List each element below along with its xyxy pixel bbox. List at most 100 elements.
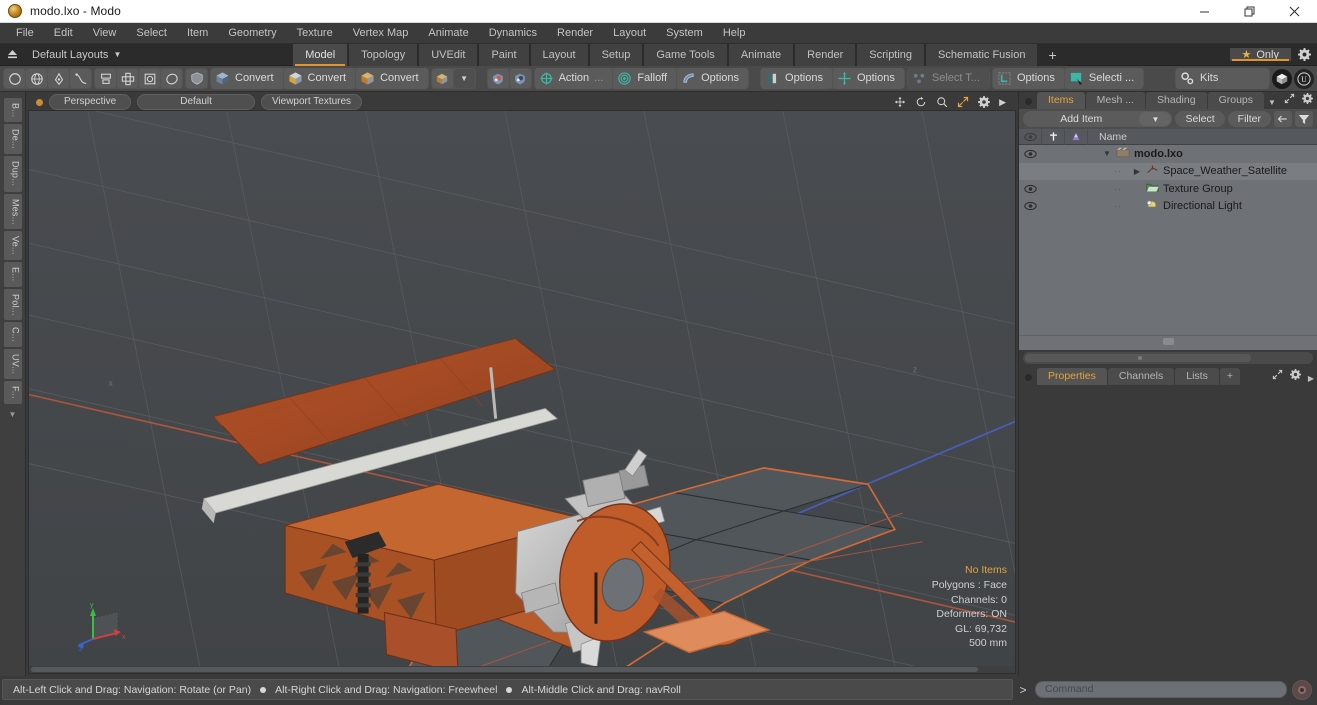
collapse-icon[interactable] — [1274, 111, 1292, 127]
tree-item-satellite[interactable]: ·· ▶ Space_Weather_Satellite — [1088, 164, 1287, 178]
tab-properties[interactable]: Properties — [1037, 368, 1107, 385]
chevron-right-icon[interactable]: ▶ — [1308, 374, 1314, 383]
viewport-hscrollbar[interactable] — [29, 666, 1015, 673]
tab-layout[interactable]: Layout — [529, 43, 589, 66]
bevel-icon[interactable] — [139, 69, 160, 88]
tab-topology[interactable]: Topology — [348, 43, 419, 66]
menu-render[interactable]: Render — [547, 23, 603, 44]
pen-icon[interactable] — [48, 69, 69, 88]
close-icon[interactable] — [1272, 0, 1317, 23]
gear-icon[interactable] — [978, 96, 991, 108]
item-tree[interactable]: ▼ modo.lxo ·· ▶ Space_Weather_Satellite — [1019, 145, 1317, 350]
axis-icon[interactable] — [117, 69, 138, 88]
tab-items[interactable]: Items — [1037, 92, 1085, 109]
vtab-mesh-edit[interactable]: Mes... — [3, 193, 22, 230]
chevron-right-icon[interactable]: ▶ — [1132, 167, 1142, 176]
default-layouts-dropdown[interactable]: Default Layouts ▼ — [24, 49, 129, 61]
shield-icon[interactable] — [186, 69, 207, 88]
globe-icon[interactable] — [26, 69, 47, 88]
smooth-icon[interactable] — [161, 69, 182, 88]
convert-button-1[interactable]: Convert — [211, 68, 283, 89]
tab-render[interactable]: Render — [794, 43, 857, 66]
tree-item-texture-group[interactable]: ·· Texture Group — [1088, 182, 1233, 196]
fit-icon[interactable] — [957, 96, 969, 108]
table-row[interactable]: ·· ▶ Space_Weather_Satellite — [1019, 162, 1317, 180]
tab-scripting[interactable]: Scripting — [856, 43, 926, 66]
action-center-button[interactable]: Action ... — [534, 68, 613, 89]
select-button[interactable]: Select — [1175, 111, 1225, 127]
row-eye-icon[interactable] — [1019, 149, 1042, 159]
kits-button[interactable]: Kits — [1176, 68, 1269, 89]
expand-icon[interactable] — [1284, 93, 1295, 107]
tree-item-scene[interactable]: ▼ modo.lxo — [1088, 147, 1183, 161]
workplane-options-button[interactable]: Options — [761, 68, 832, 89]
viewport-perspective-dropdown[interactable]: Perspective — [49, 94, 132, 110]
snapping-options-button[interactable]: Options — [677, 68, 749, 89]
funnel-icon[interactable] — [1295, 111, 1313, 127]
item-tree-resize-handle[interactable] — [1019, 335, 1317, 347]
selection-set-options-button[interactable]: Options — [992, 68, 1064, 89]
vtab-vertex[interactable]: Ve... — [3, 231, 22, 261]
symmetry-options-button[interactable]: Options — [832, 68, 904, 89]
menu-animate[interactable]: Animate — [418, 23, 478, 44]
record-icon[interactable] — [1292, 679, 1312, 700]
menu-help[interactable]: Help — [713, 23, 756, 44]
minimize-icon[interactable] — [1182, 0, 1227, 23]
chevron-down-icon[interactable]: ▼ — [1102, 149, 1112, 158]
add-item-dropdown-icon[interactable]: ▼ — [1139, 112, 1172, 126]
table-row[interactable]: ▼ modo.lxo — [1019, 145, 1317, 163]
tree-item-directional-light[interactable]: ·· Directional Light — [1088, 199, 1242, 213]
table-row[interactable]: ·· Directional Light — [1019, 198, 1317, 216]
layout-home-icon[interactable] — [0, 49, 24, 60]
command-input[interactable]: Command — [1035, 681, 1287, 698]
chevron-right-icon[interactable]: ▶ — [999, 97, 1006, 108]
restore-icon[interactable] — [1227, 0, 1272, 23]
vtab-basic[interactable]: B... — [3, 98, 22, 123]
menu-edit[interactable]: Edit — [44, 23, 83, 44]
vtab-uv[interactable]: UV... — [3, 349, 22, 380]
table-row[interactable]: ·· Texture Group — [1019, 180, 1317, 198]
expand-icon[interactable] — [1272, 369, 1283, 383]
menu-layout[interactable]: Layout — [603, 23, 656, 44]
menu-view[interactable]: View — [83, 23, 127, 44]
add-item-button[interactable]: Add Item ▼ — [1023, 111, 1173, 127]
circle-icon[interactable] — [4, 69, 25, 88]
layout-gear-icon[interactable] — [1291, 48, 1317, 61]
zoom-icon[interactable] — [936, 96, 948, 108]
chevron-down-icon[interactable]: ▼ — [453, 69, 475, 88]
only-button[interactable]: ★ Only — [1229, 48, 1291, 61]
tab-mesh-ops[interactable]: Mesh ... — [1085, 92, 1146, 109]
add-tab-button[interactable]: + — [1038, 43, 1067, 66]
tab-add[interactable]: + — [1219, 368, 1240, 385]
falloff-button[interactable]: Falloff — [613, 68, 677, 89]
row-eye-icon[interactable] — [1019, 201, 1042, 211]
convert-button-2[interactable]: Convert — [283, 68, 356, 89]
unreal-icon[interactable]: U — [1294, 68, 1314, 89]
menu-dynamics[interactable]: Dynamics — [479, 23, 547, 44]
rotate-icon[interactable] — [915, 96, 927, 108]
vtab-edge[interactable]: E... — [3, 262, 22, 287]
menu-geometry[interactable]: Geometry — [218, 23, 286, 44]
tab-animate[interactable]: Animate — [727, 43, 795, 66]
preset-blue-icon[interactable] — [509, 69, 531, 88]
tab-groups[interactable]: Groups — [1207, 92, 1265, 109]
pan-icon[interactable] — [894, 96, 906, 108]
tab-shading[interactable]: Shading — [1146, 92, 1207, 109]
vtab-deform[interactable]: De... — [3, 124, 22, 155]
selection-button[interactable]: Selecti ... — [1064, 68, 1144, 89]
viewport-shading-dropdown[interactable]: Default — [137, 94, 255, 110]
tab-lists[interactable]: Lists — [1175, 368, 1219, 385]
tab-uvedit[interactable]: UVEdit — [418, 43, 479, 66]
tab-schematic-fusion[interactable]: Schematic Fusion — [925, 43, 1039, 66]
tab-game-tools[interactable]: Game Tools — [643, 43, 728, 66]
chevron-down-icon[interactable]: ▼ — [1268, 98, 1276, 107]
filter-button[interactable]: Filter — [1227, 111, 1271, 127]
preset-red-icon[interactable] — [487, 69, 509, 88]
gear-icon[interactable] — [1289, 369, 1301, 383]
convert-button-3[interactable]: Convert — [356, 68, 428, 89]
select-through-button[interactable]: Select T... — [907, 68, 989, 89]
menu-select[interactable]: Select — [126, 23, 177, 44]
modo-badge-icon[interactable] — [1272, 68, 1292, 89]
menu-texture[interactable]: Texture — [287, 23, 343, 44]
viewport-textures-dropdown[interactable]: Viewport Textures — [260, 94, 363, 110]
